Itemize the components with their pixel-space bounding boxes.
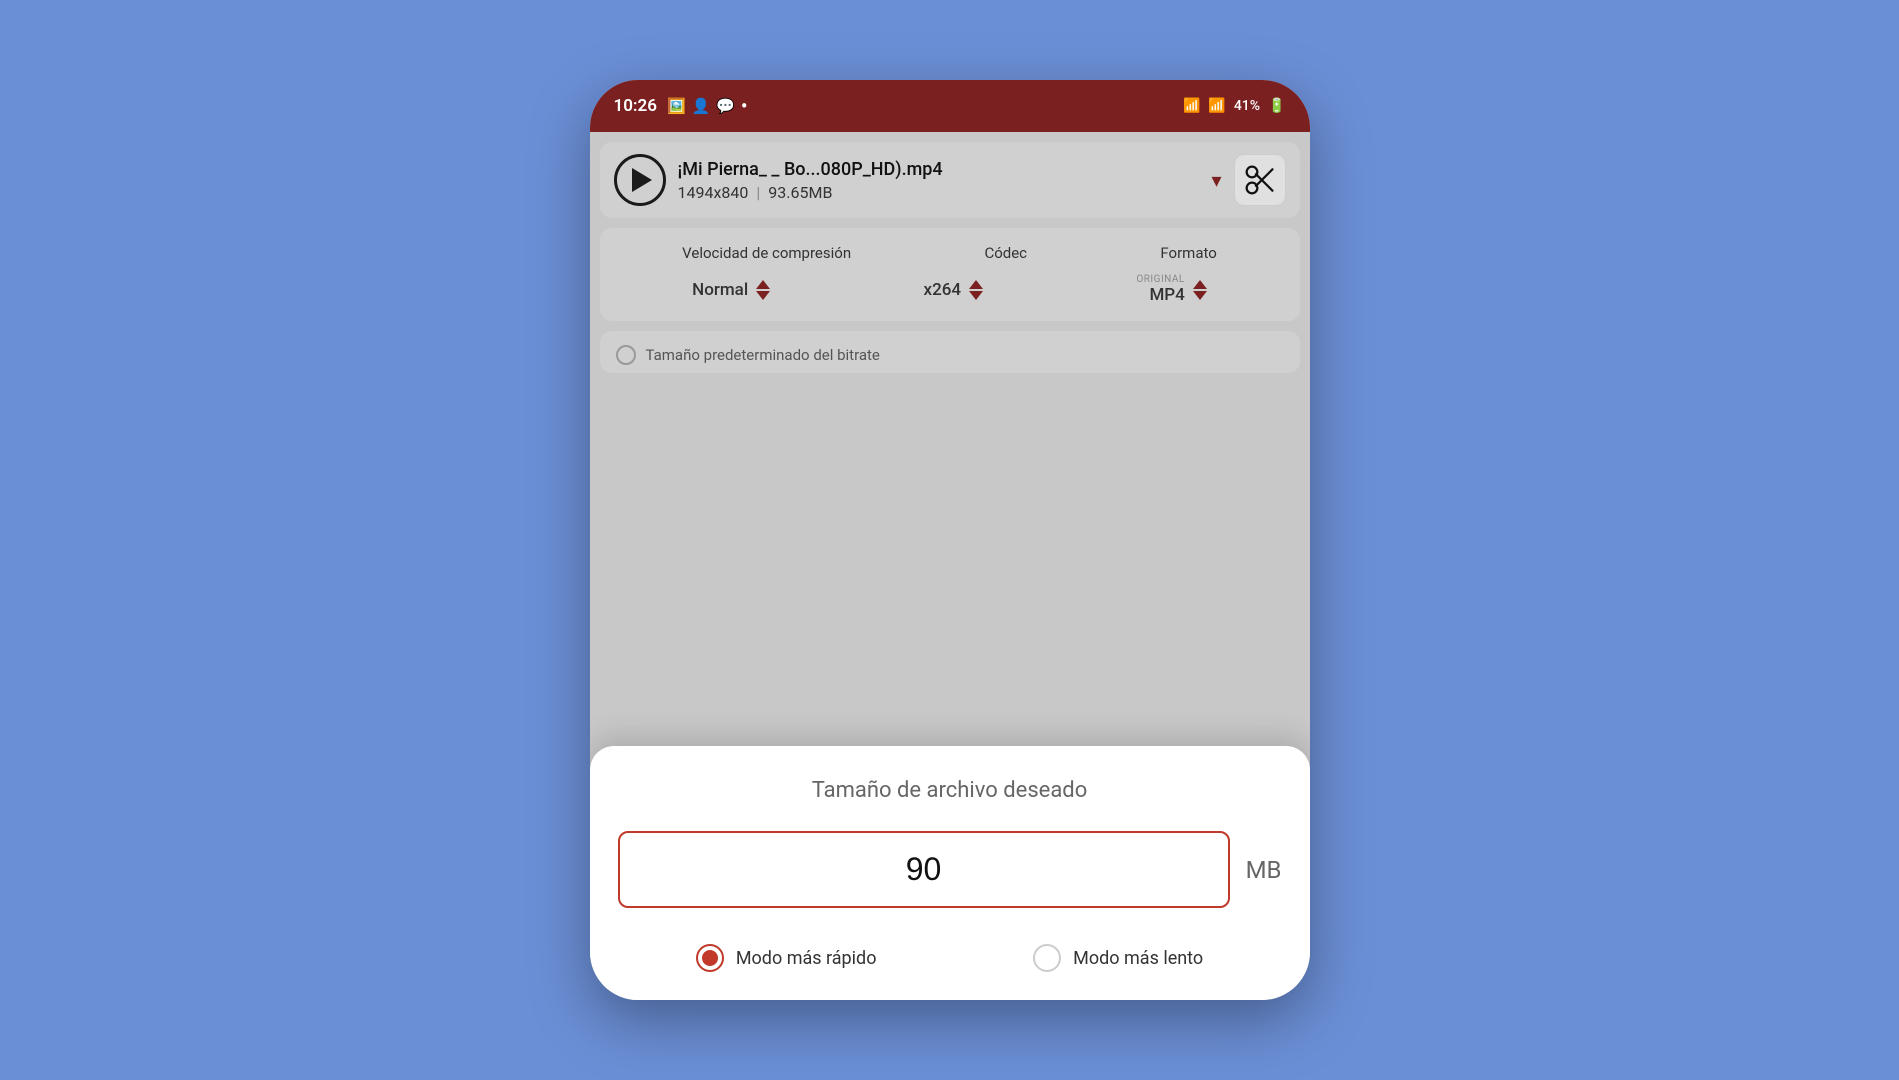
settings-row: Velocidad de compresión Códec Formato No… [600, 228, 1300, 321]
mode-row: Modo más rápido Modo más lento [618, 936, 1282, 972]
status-bar: 10:26 🖼️ 👤 💬 • 📶 📶 41% 🔋 [590, 80, 1310, 132]
partial-radio [616, 345, 636, 365]
format-header: Formato [1160, 244, 1216, 262]
format-badge: ORIGINAL [1136, 274, 1184, 285]
file-dropdown-arrow[interactable]: ▾ [1211, 168, 1221, 192]
mode-fast-label: Modo más rápido [736, 948, 877, 969]
mode-slow-label: Modo más lento [1073, 948, 1203, 969]
app-content: ¡Mi Pierna_ _ Bo...080P_HD).mp4 1494x840… [590, 132, 1310, 1000]
partial-row: Tamaño predeterminado del bitrate [600, 331, 1300, 373]
photo-icon: 🖼️ [667, 97, 686, 115]
dialog: Tamaño de archivo deseado MB Modo más rá… [590, 746, 1310, 1000]
partial-text: Tamaño predeterminado del bitrate [646, 346, 880, 364]
file-selector: ¡Mi Pierna_ _ Bo...080P_HD).mp4 1494x840… [600, 142, 1300, 218]
mode-fast-option[interactable]: Modo más rápido [696, 944, 877, 972]
partial-content: Tamaño predeterminado del bitrate [616, 345, 1284, 365]
person-icon: 👤 [692, 97, 711, 115]
speed-up-arrow[interactable] [756, 280, 770, 289]
status-right: 📶 📶 41% 🔋 [1183, 98, 1286, 114]
status-left: 10:26 🖼️ 👤 💬 • [614, 96, 748, 117]
file-size: 93.65MB [768, 183, 832, 202]
speed-group: Normal [692, 280, 770, 300]
scissors-icon [1244, 164, 1276, 196]
signal-icon: 📶 [1208, 98, 1225, 114]
play-button[interactable] [614, 154, 666, 206]
codec-group: x264 [924, 280, 984, 300]
settings-values: Normal x264 ORIGI [616, 274, 1284, 305]
mode-slow-option[interactable]: Modo más lento [1033, 944, 1203, 972]
speed-down-arrow[interactable] [756, 291, 770, 300]
file-meta: 1494x840 | 93.65MB [678, 183, 1200, 202]
speed-spinner[interactable] [756, 280, 770, 300]
file-size-input-row: MB [618, 831, 1282, 908]
messenger-icon: 💬 [716, 97, 735, 115]
file-size-input[interactable] [618, 831, 1230, 908]
codec-spinner[interactable] [969, 280, 983, 300]
dialog-title: Tamaño de archivo deseado [618, 778, 1282, 803]
format-value: MP4 [1149, 285, 1184, 305]
status-icons: 🖼️ 👤 💬 • [667, 96, 747, 117]
unit-label: MB [1246, 856, 1282, 884]
mode-fast-radio[interactable] [696, 944, 724, 972]
format-group: ORIGINAL MP4 [1136, 274, 1206, 305]
codec-down-arrow[interactable] [969, 291, 983, 300]
format-spinner[interactable] [1193, 280, 1207, 300]
dot-icon: • [741, 96, 747, 117]
settings-headers: Velocidad de compresión Códec Formato [616, 244, 1284, 262]
speed-header: Velocidad de compresión [682, 244, 851, 262]
mode-slow-radio[interactable] [1033, 944, 1061, 972]
codec-up-arrow[interactable] [969, 280, 983, 289]
file-resolution: 1494x840 [678, 183, 749, 202]
file-name: ¡Mi Pierna_ _ Bo...080P_HD).mp4 [678, 159, 1200, 180]
codec-header: Códec [984, 244, 1027, 262]
scissors-button[interactable] [1234, 154, 1286, 206]
battery-icon: 🔋 [1268, 98, 1285, 114]
phone-frame: 10:26 🖼️ 👤 💬 • 📶 📶 41% 🔋 ¡Mi Pierna_ _ B… [590, 80, 1310, 1000]
status-time: 10:26 [614, 96, 657, 116]
format-up-arrow[interactable] [1193, 280, 1207, 289]
play-icon [632, 168, 652, 192]
wifi-icon: 📶 [1183, 98, 1200, 114]
battery-percent: 41% [1234, 98, 1260, 114]
codec-value: x264 [924, 280, 962, 300]
speed-value: Normal [692, 280, 748, 300]
format-down-arrow[interactable] [1193, 291, 1207, 300]
separator: | [756, 183, 760, 202]
file-info: ¡Mi Pierna_ _ Bo...080P_HD).mp4 1494x840… [678, 159, 1200, 202]
